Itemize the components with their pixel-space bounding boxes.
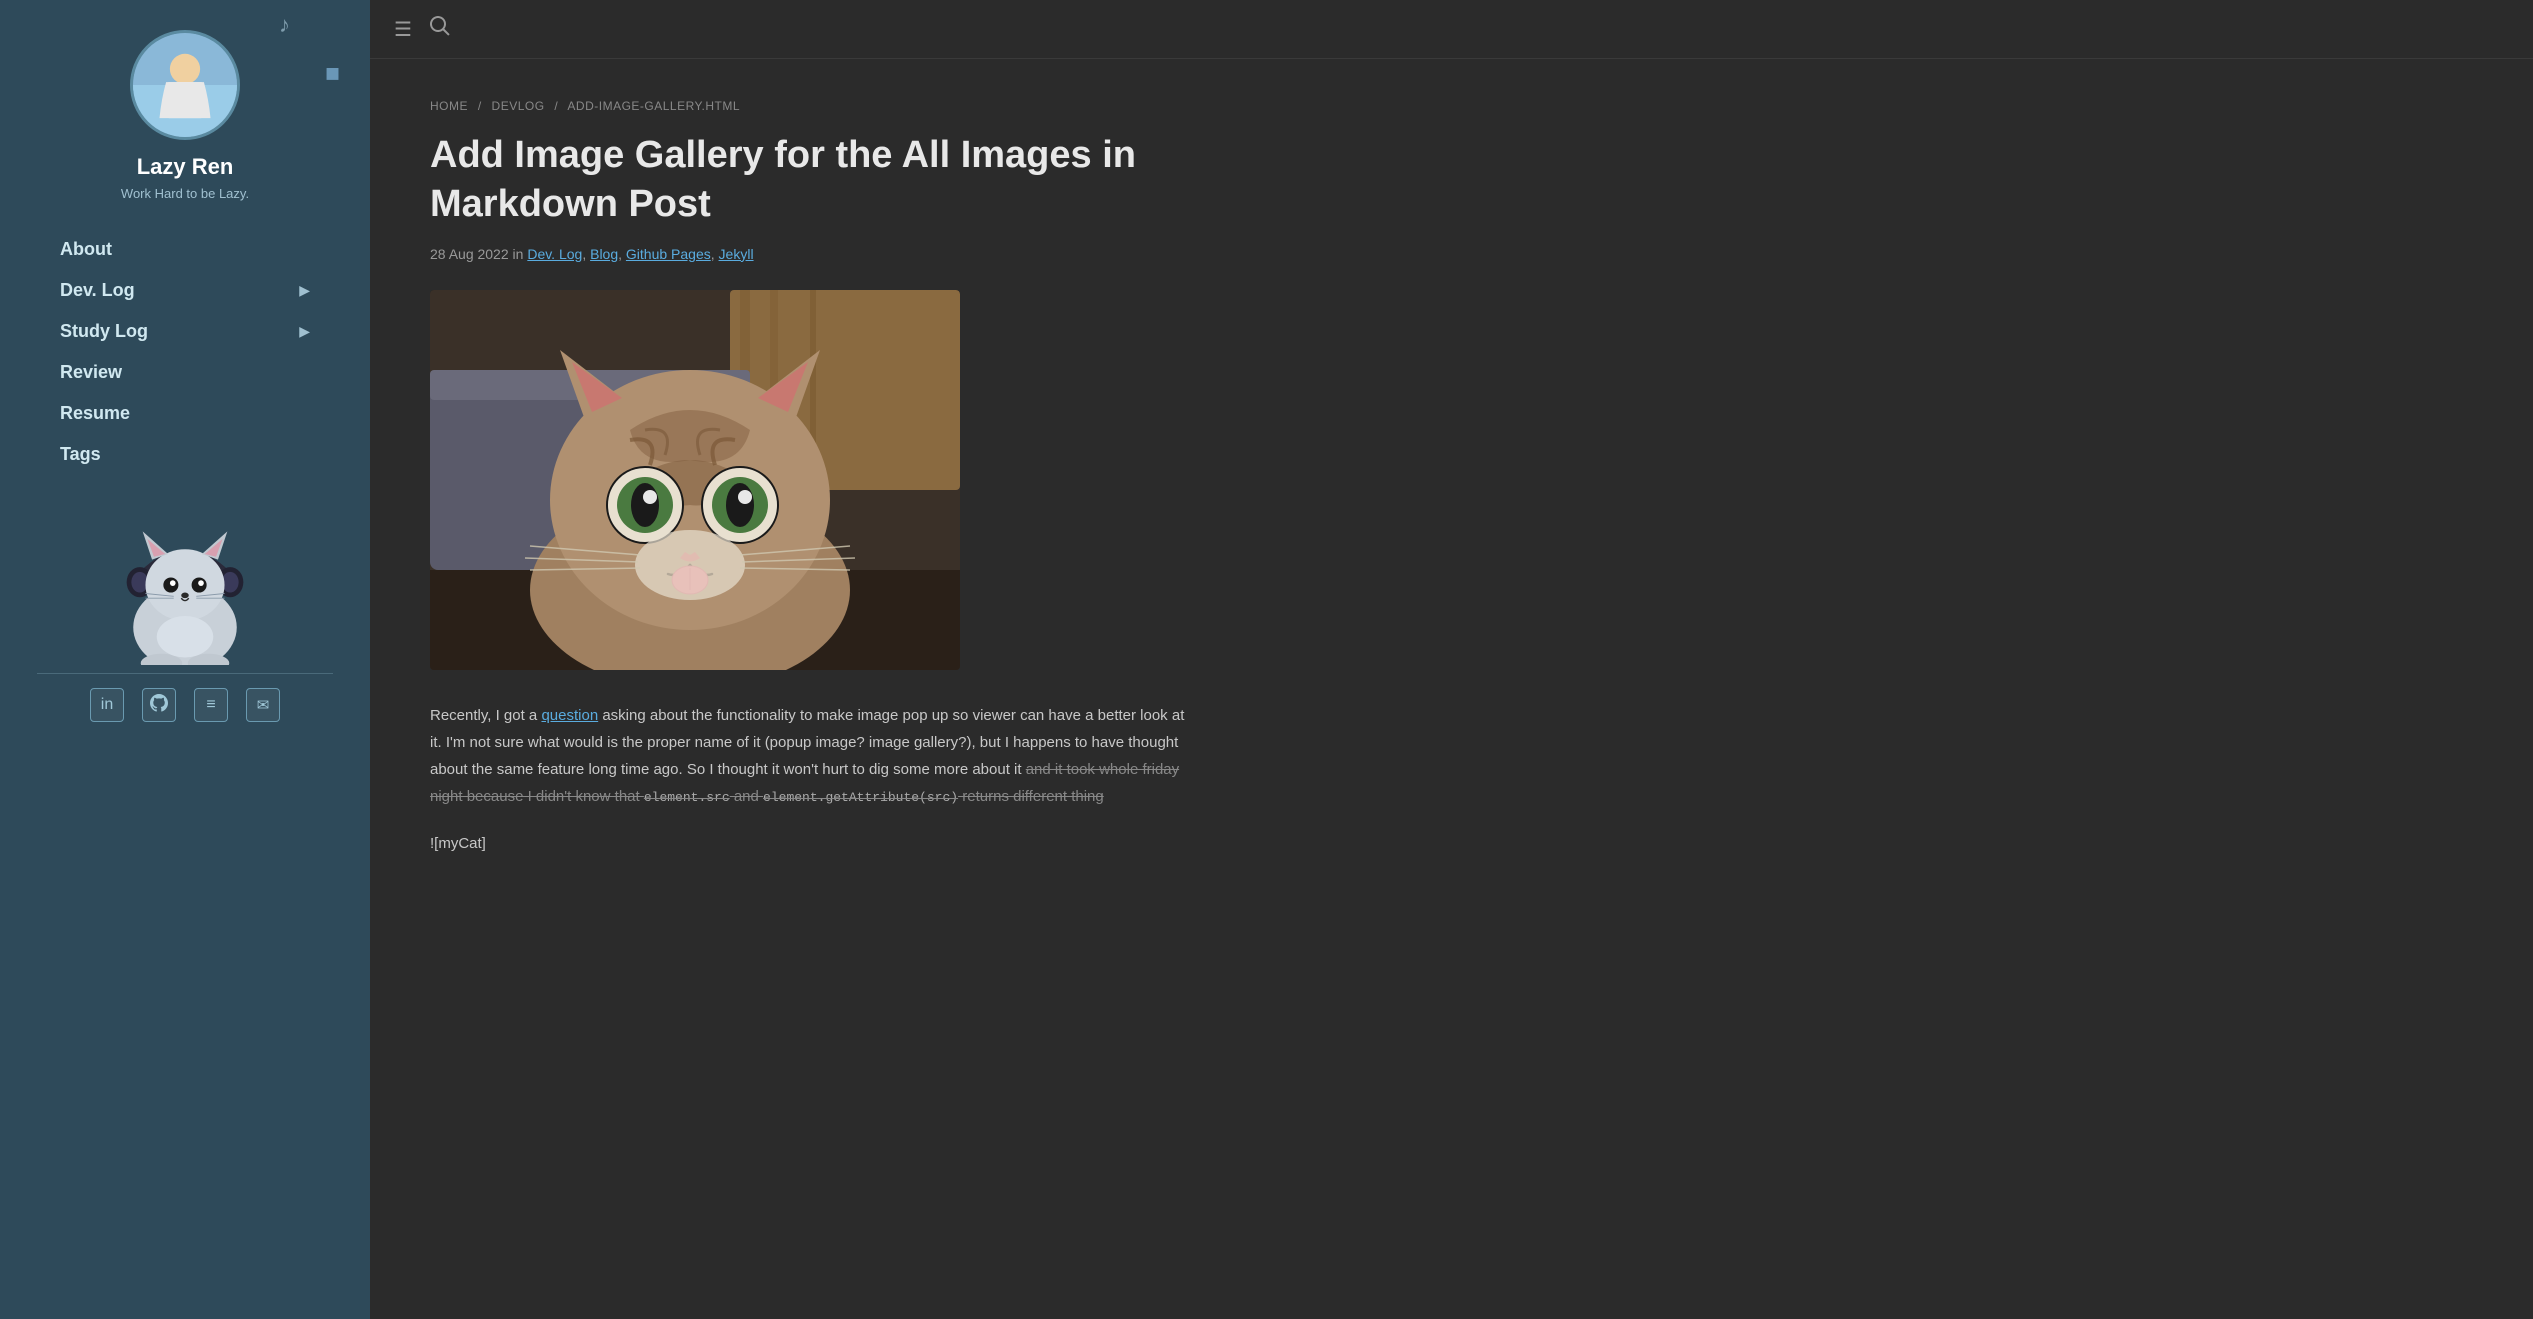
stackshare-icon[interactable]: ≡ bbox=[194, 688, 228, 722]
linkedin-label: in bbox=[101, 696, 113, 714]
social-links: in ≡ ✉ bbox=[90, 688, 280, 722]
sidebar-item-devlog[interactable]: Dev. Log ▶ bbox=[60, 270, 310, 311]
sidebar: ♪ ◆ Lazy Ren Work Hard to be Lazy. About bbox=[0, 0, 370, 1319]
sidebar-item-review[interactable]: Review bbox=[60, 352, 310, 393]
search-icon[interactable] bbox=[430, 16, 450, 42]
chevron-right-icon: ▶ bbox=[299, 323, 310, 340]
sidebar-link-devlog[interactable]: Dev. Log bbox=[60, 280, 135, 301]
sidebar-item-about[interactable]: About bbox=[60, 229, 310, 270]
code-element-src: element.src bbox=[644, 790, 730, 805]
sidebar-link-tags[interactable]: Tags bbox=[60, 444, 101, 465]
breadcrumb-current: ADD-IMAGE-GALLERY.HTML bbox=[567, 99, 740, 113]
email-icon[interactable]: ✉ bbox=[246, 688, 280, 722]
stackshare-label: ≡ bbox=[206, 696, 215, 714]
sidebar-link-about[interactable]: About bbox=[60, 239, 112, 260]
cat-mascot bbox=[0, 485, 370, 665]
author-name: Lazy Ren bbox=[137, 154, 234, 180]
post-content: HOME / DEVLOG / ADD-IMAGE-GALLERY.HTML A… bbox=[370, 59, 1270, 917]
divider bbox=[37, 673, 333, 674]
chevron-right-icon: ▶ bbox=[299, 282, 310, 299]
menu-icon[interactable]: ☰ bbox=[394, 17, 412, 42]
main-content: ☰ HOME / DEVLOG / ADD-IMAGE-GALLERY.HTML… bbox=[370, 0, 2533, 1319]
body-paragraph-1: Recently, I got a question asking about … bbox=[430, 702, 1190, 810]
breadcrumb: HOME / DEVLOG / ADD-IMAGE-GALLERY.HTML bbox=[430, 99, 1210, 113]
author-tagline: Work Hard to be Lazy. bbox=[121, 186, 249, 201]
avatar bbox=[130, 30, 240, 140]
email-label: ✉ bbox=[257, 696, 270, 714]
nav-list: About Dev. Log ▶ Study Log ▶ Review Resu… bbox=[30, 229, 340, 475]
category-devlog[interactable]: Dev. Log bbox=[527, 246, 582, 262]
sidebar-link-resume[interactable]: Resume bbox=[60, 403, 130, 424]
sidebar-link-studylog[interactable]: Study Log bbox=[60, 321, 148, 342]
cat-illustration bbox=[85, 505, 285, 665]
strikethrough-text-1: and it took whole friday night because I… bbox=[430, 761, 1179, 805]
post-date: 28 Aug 2022 bbox=[430, 246, 509, 262]
body-link-question[interactable]: question bbox=[541, 707, 598, 724]
category-jekyll[interactable]: Jekyll bbox=[719, 246, 754, 262]
breadcrumb-home[interactable]: HOME bbox=[430, 99, 468, 113]
breadcrumb-devlog[interactable]: DEVLOG bbox=[492, 99, 545, 113]
cat-photo bbox=[430, 290, 960, 670]
post-meta: 28 Aug 2022 in Dev. Log, Blog, Github Pa… bbox=[430, 246, 1210, 262]
sidebar-item-resume[interactable]: Resume bbox=[60, 393, 310, 434]
post-body: Recently, I got a question asking about … bbox=[430, 702, 1190, 857]
category-blog[interactable]: Blog bbox=[590, 246, 618, 262]
sidebar-link-review[interactable]: Review bbox=[60, 362, 122, 383]
category-github-pages[interactable]: Github Pages bbox=[626, 246, 711, 262]
code-getattribute: element.getAttribute(src) bbox=[763, 790, 958, 805]
github-icon[interactable] bbox=[142, 688, 176, 722]
post-title: Add Image Gallery for the All Images in … bbox=[430, 131, 1210, 230]
github-label bbox=[150, 694, 168, 717]
body-paragraph-2: ![myCat] bbox=[430, 830, 1190, 857]
sidebar-nav: About Dev. Log ▶ Study Log ▶ Review Resu… bbox=[0, 229, 370, 475]
sidebar-item-tags[interactable]: Tags bbox=[60, 434, 310, 475]
linkedin-icon[interactable]: in bbox=[90, 688, 124, 722]
diamond-icon: ◆ bbox=[318, 58, 348, 88]
top-bar: ☰ bbox=[370, 0, 2533, 59]
post-image bbox=[430, 290, 960, 670]
sidebar-item-studylog[interactable]: Study Log ▶ bbox=[60, 311, 310, 352]
music-note-icon: ♪ bbox=[279, 12, 290, 38]
